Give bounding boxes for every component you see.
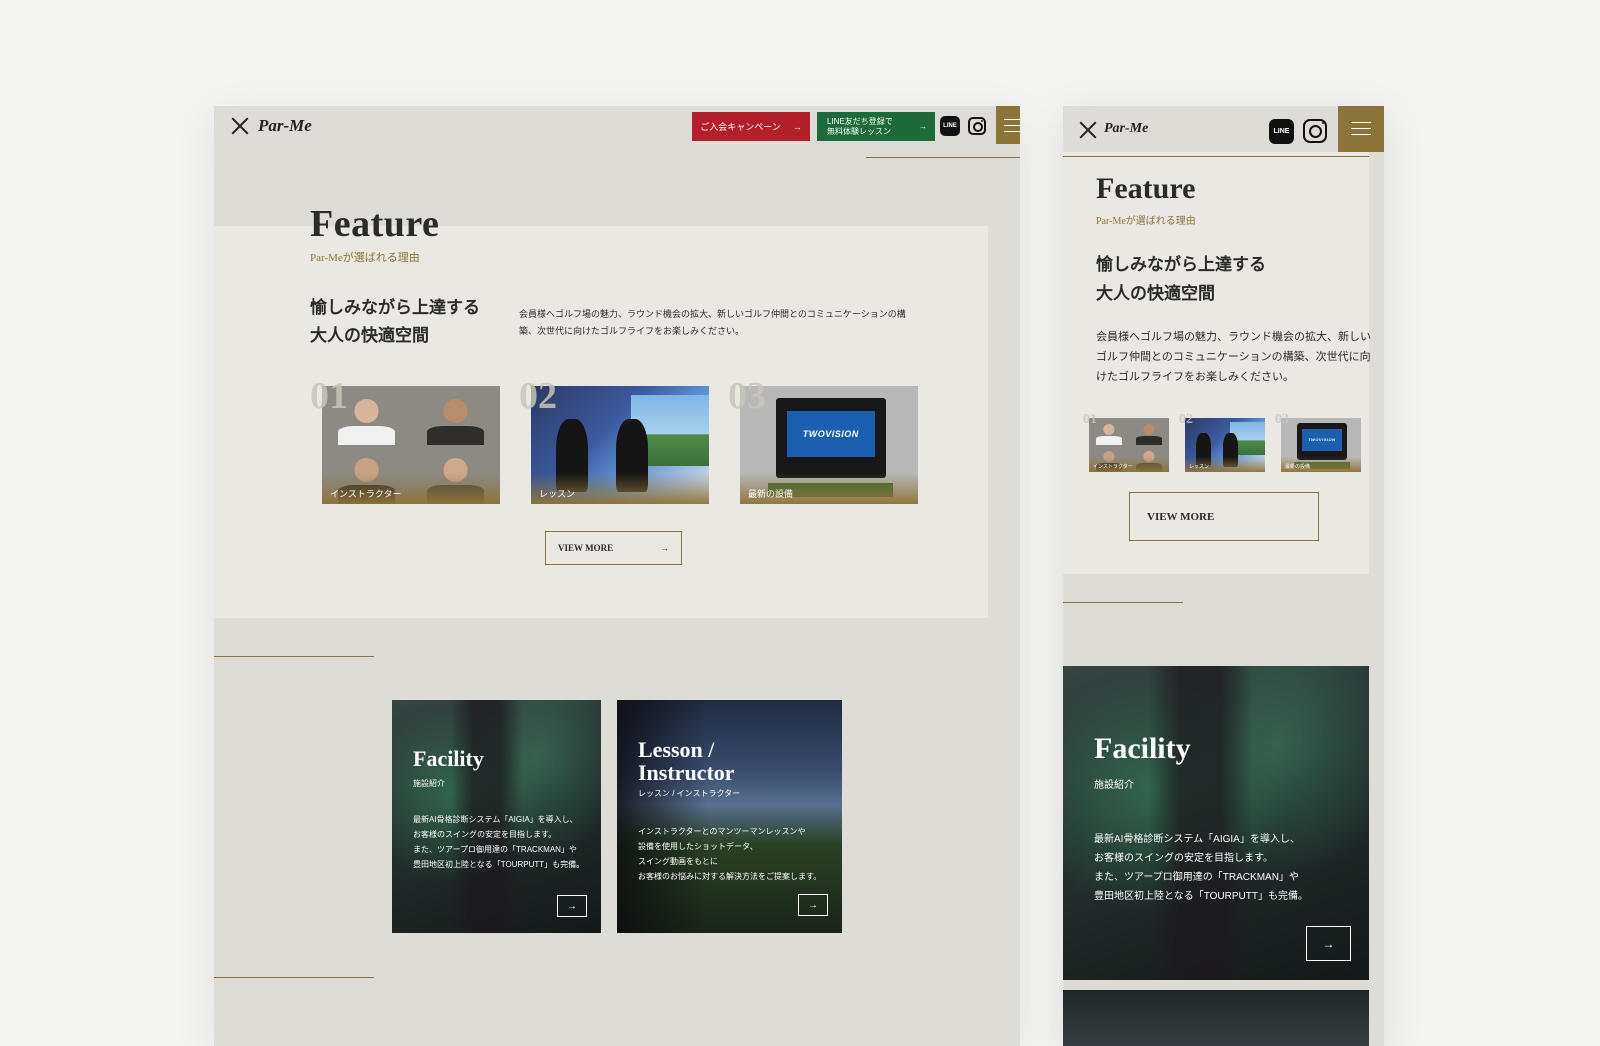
lesson-photo: レッスン (531, 386, 709, 504)
feature-card-lesson[interactable]: 02 レッスン (519, 374, 719, 514)
view-more-button[interactable]: VIEW MORE (1129, 492, 1319, 541)
crossed-clubs-icon (1076, 119, 1098, 139)
feature-title: Feature (310, 203, 440, 245)
lesson-subtitle: レッスン / インストラクター (638, 789, 741, 798)
arrow-right-icon[interactable]: → (798, 894, 828, 916)
arrow-right-icon: → (660, 543, 669, 553)
menu-button[interactable] (996, 106, 1020, 144)
card-number: 02 (519, 375, 557, 417)
line-trial-button[interactable]: LINE友だち登録で 無料体験レッスン → (817, 112, 935, 141)
card-label: レッスン (531, 473, 709, 504)
divider (214, 656, 374, 657)
instagram-icon[interactable] (1303, 119, 1327, 143)
instagram-icon[interactable] (968, 117, 986, 135)
lesson-card[interactable]: Lesson / Instructor レッスン / インストラクター インストラ… (617, 700, 842, 933)
logo-text: Par-Me (258, 116, 312, 135)
facility-text: 最新AI骨格診断システム「AIGIA」を導入し、 お客様のスイングの安定を目指しま… (413, 815, 585, 869)
card-label: 最新の設備 (1281, 457, 1361, 472)
campaign-label: ご入会キャンペーン (700, 122, 781, 132)
card-number: 01 (310, 375, 348, 417)
menu-button[interactable] (1338, 106, 1384, 152)
mobile-preview: Par-Me LINE Feature Par-Meが選ばれる理由 愉しみながら… (1063, 106, 1384, 1046)
card-label: インストラクター (1089, 457, 1169, 472)
lesson-text: インストラクターとのマンツーマンレッスンや 設備を使用したショットデータ、 スイン… (638, 827, 822, 881)
feature-card-instructor[interactable]: 01 インストラクター (310, 374, 510, 514)
feature-card-equipment[interactable]: 03 TWOVISION 最新の設備 (728, 374, 928, 514)
feature-catchcopy: 愉しみながら上達する 大人の快適空間 (310, 298, 480, 345)
arrow-right-icon: → (919, 121, 927, 131)
instructor-photo: インストラクター (322, 386, 500, 504)
arrow-right-icon[interactable]: → (557, 895, 587, 917)
feature-card-lesson[interactable]: 02 レッスン (1179, 412, 1265, 472)
next-section-card[interactable] (1063, 990, 1369, 1046)
logo-text: Par-Me (1104, 121, 1149, 136)
line-trial-label-1: LINE友だち登録で (827, 116, 893, 126)
feature-description: 会員様へゴルフ場の魅力、ラウンド機会の拡大、新しいゴルフ仲間とのコミュニケーショ… (519, 309, 906, 336)
divider (1063, 156, 1369, 157)
logo[interactable]: Par-Me (1076, 119, 1148, 139)
card-label: レッスン (1185, 457, 1265, 472)
card-number: 01 (1083, 412, 1097, 427)
hamburger-icon (1004, 119, 1020, 137)
card-label: 最新の設備 (740, 473, 918, 504)
view-more-button[interactable]: VIEW MORE → (545, 531, 682, 565)
card-number: 03 (728, 375, 766, 417)
arrow-right-icon: → (792, 121, 802, 132)
line-trial-label-2: 無料体験レッスン (827, 126, 891, 136)
hamburger-icon (1351, 122, 1371, 140)
facility-title: Facility (1094, 732, 1191, 765)
facility-card[interactable]: Facility 施設紹介 最新AI骨格診断システム「AIGIA」を導入し、 お客… (392, 700, 601, 933)
lesson-title: Lesson / Instructor (638, 737, 735, 785)
feature-title: Feature (1096, 172, 1196, 205)
feature-subtitle: Par-Meが選ばれる理由 (310, 252, 420, 264)
equipment-photo: TWOVISION 最新の設備 (740, 386, 918, 504)
feature-subtitle: Par-Meが選ばれる理由 (1096, 216, 1196, 227)
arrow-right-icon[interactable]: → (1306, 926, 1351, 961)
facility-text: 最新AI骨格診断システム「AIGIA」を導入し、 お客様のスイングの安定を目指しま… (1094, 834, 1308, 902)
crossed-clubs-icon (228, 115, 252, 137)
screen-text: TWOVISION (786, 410, 875, 458)
feature-catchcopy: 愉しみながら上達する 大人の快適空間 (1096, 255, 1266, 303)
line-icon[interactable]: LINE (1269, 119, 1294, 144)
feature-card-instructor[interactable]: 01 インストラクター (1083, 412, 1169, 472)
line-icon[interactable]: LINE (940, 116, 960, 136)
logo[interactable]: Par-Me (228, 115, 312, 137)
feature-card-equipment[interactable]: 03 TWOVISION 最新の設備 (1275, 412, 1361, 472)
card-number: 02 (1179, 412, 1193, 427)
divider (866, 157, 1020, 158)
desktop-preview: Par-Me ご入会キャンペーン → LINE友だち登録で 無料体験レッスン →… (214, 106, 1020, 1046)
card-number: 03 (1275, 412, 1289, 427)
facility-subtitle: 施設紹介 (413, 779, 445, 788)
screen-text: TWOVISION (1301, 429, 1342, 451)
feature-description: 会員様へゴルフ場の魅力、ラウンド機会の拡大、新しいゴルフ仲間とのコミュニケーショ… (1096, 331, 1371, 383)
divider (1063, 602, 1183, 603)
campaign-button[interactable]: ご入会キャンペーン → (692, 112, 810, 141)
divider (214, 977, 374, 978)
facility-subtitle: 施設紹介 (1094, 780, 1134, 791)
facility-card[interactable]: Facility 施設紹介 最新AI骨格診断システム「AIGIA」を導入し、 お客… (1063, 666, 1369, 980)
site-header: Par-Me ご入会キャンペーン → LINE友だち登録で 無料体験レッスン →… (214, 106, 1020, 150)
card-label: インストラクター (322, 473, 500, 504)
facility-title: Facility (413, 746, 484, 771)
